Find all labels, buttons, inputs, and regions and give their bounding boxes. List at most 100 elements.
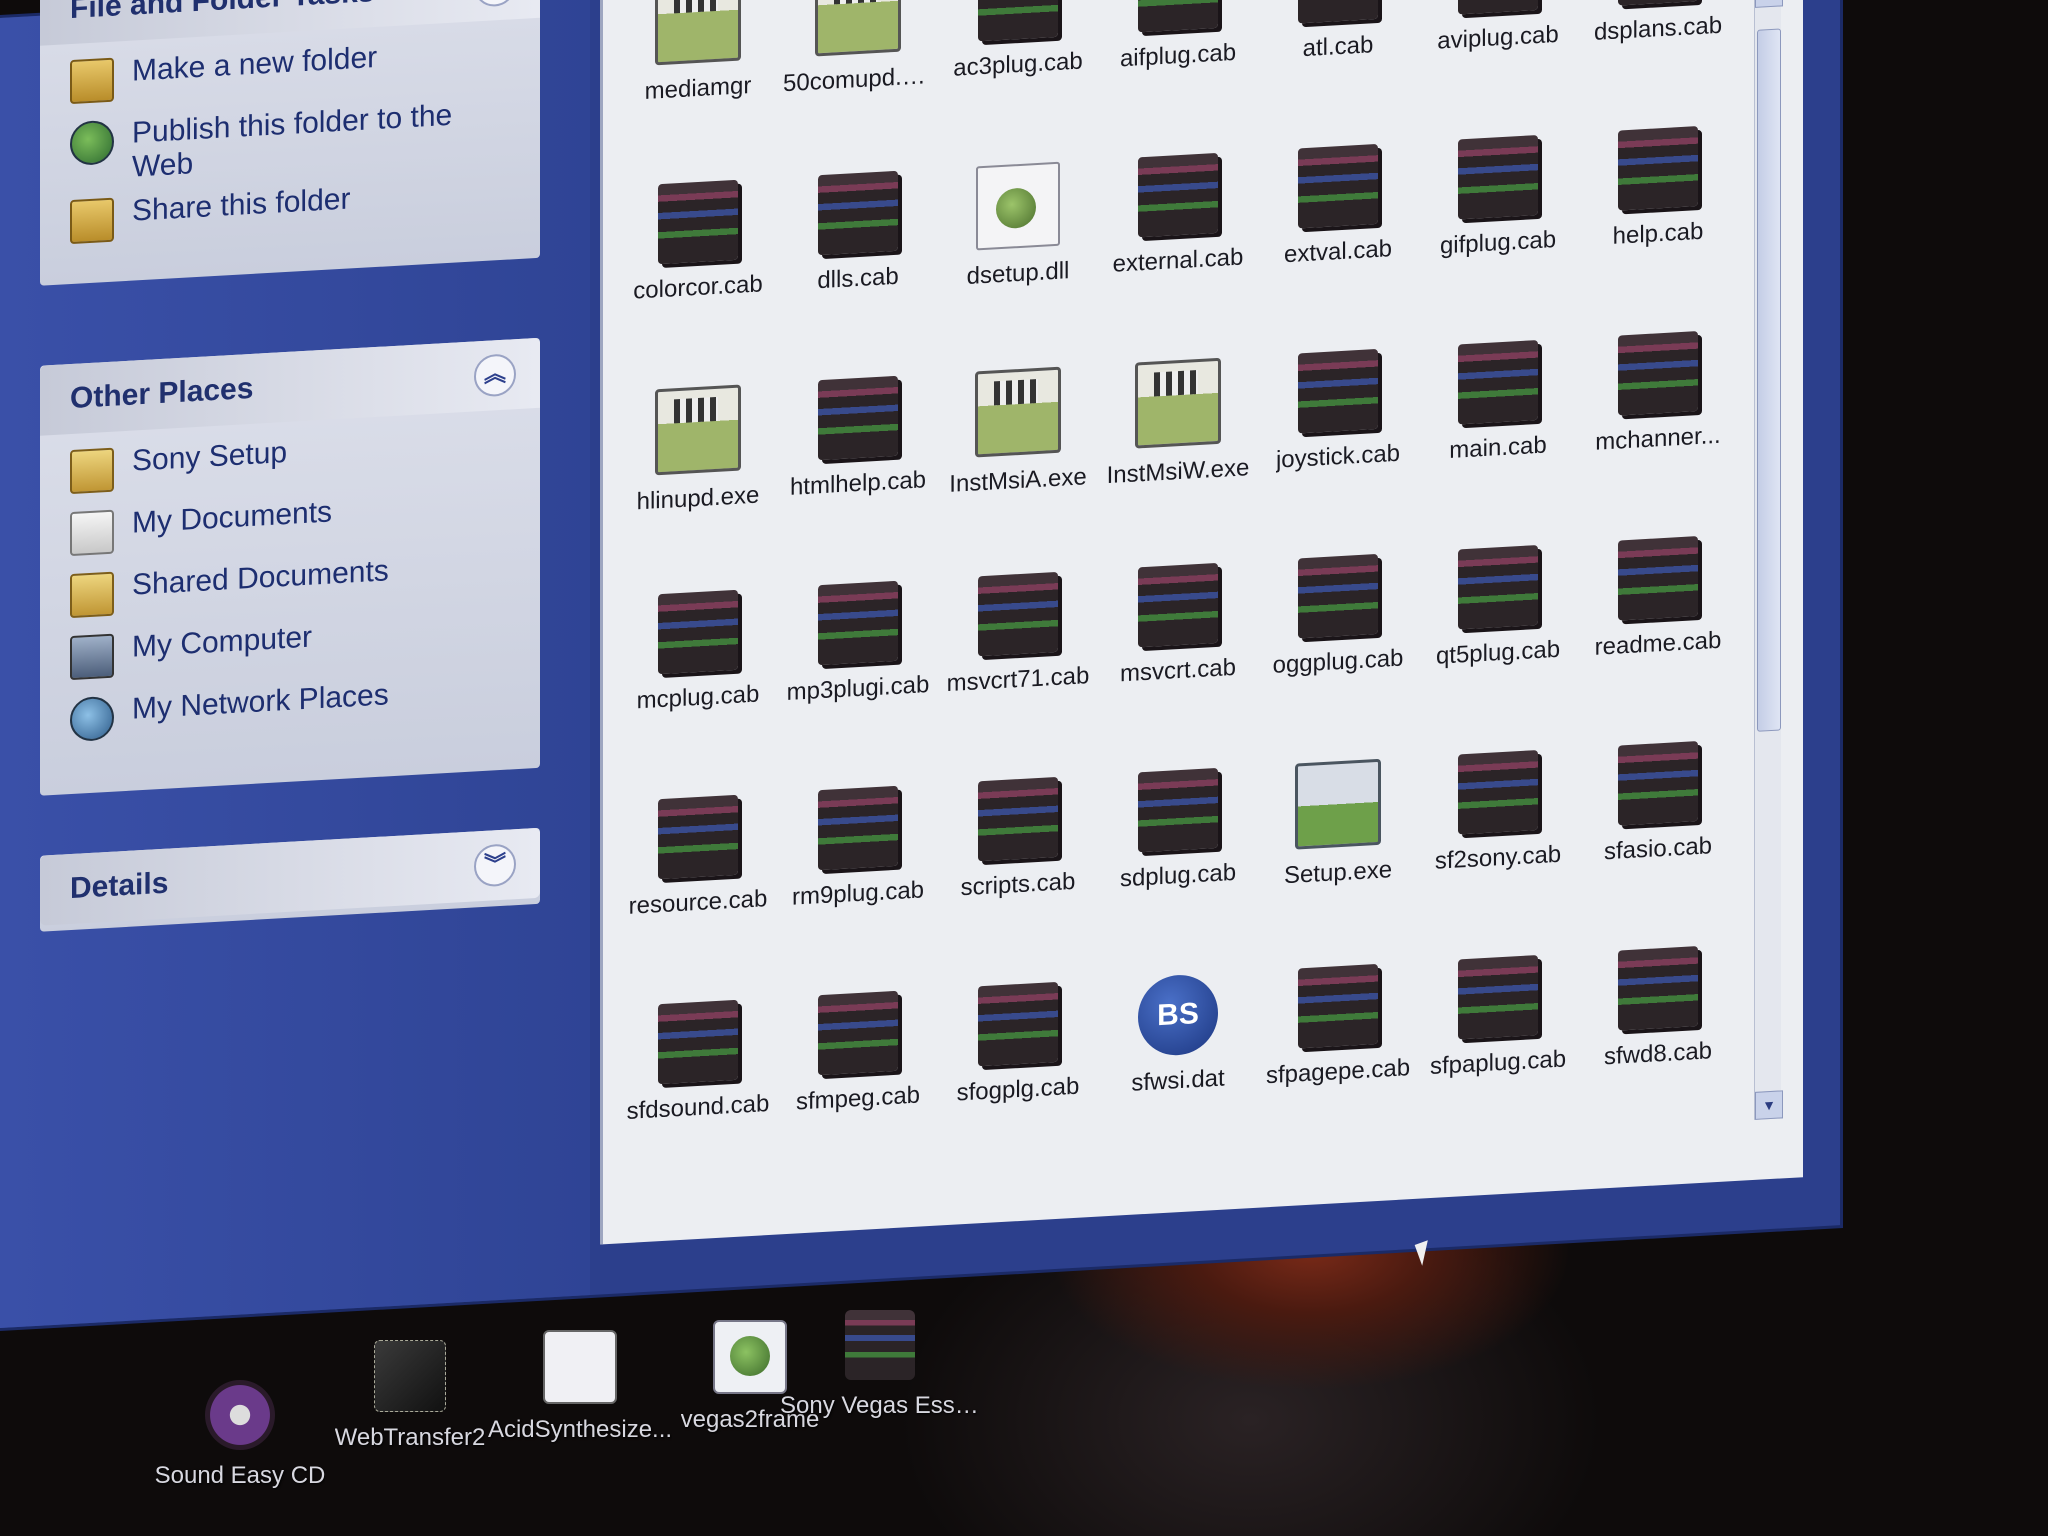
file-item[interactable]: oggplug.cab bbox=[1263, 544, 1413, 757]
file-name: hlinupd.exe bbox=[636, 481, 760, 516]
file-name: rm9plug.cab bbox=[791, 876, 925, 911]
cab-file-icon bbox=[1618, 126, 1698, 211]
file-item[interactable]: sfwd8.cab bbox=[1583, 936, 1733, 1149]
desktop-icon[interactable]: Sony Vegas Essentials... bbox=[780, 1310, 980, 1420]
file-item[interactable]: sfmpeg.cab bbox=[783, 981, 933, 1194]
globe-icon bbox=[70, 119, 114, 167]
file-name: Setup.exe bbox=[1283, 856, 1393, 890]
file-item[interactable]: gifplug.cab bbox=[1423, 125, 1573, 338]
file-item[interactable]: rm9plug.cab bbox=[783, 776, 933, 989]
exe-file-icon bbox=[975, 366, 1061, 458]
file-item[interactable]: ac3plug.cab bbox=[943, 0, 1093, 160]
cab-file-icon bbox=[978, 776, 1058, 862]
file-item[interactable]: sfpaplug.cab bbox=[1423, 945, 1573, 1158]
file-name: sfwd8.cab bbox=[1603, 1037, 1713, 1071]
file-item[interactable]: external.cab bbox=[1103, 143, 1253, 356]
file-item[interactable]: sfasio.cab bbox=[1583, 731, 1733, 944]
desktop-background: File and Folder Tasks ︽ Make a new folde… bbox=[0, 0, 2048, 1536]
place-label: Sony Setup bbox=[132, 435, 288, 478]
place-my-network-places[interactable]: My Network Places bbox=[70, 671, 516, 748]
desktop-icon-area: Sound Easy CD WebTransfer2 AcidSynthesize.… bbox=[140, 1300, 1140, 1530]
file-item[interactable]: mp3plugi.cab bbox=[783, 571, 933, 784]
file-item[interactable]: msvcrt71.cab bbox=[943, 562, 1093, 775]
file-name: colorcor.cab bbox=[633, 270, 763, 305]
task-pane: File and Folder Tasks ︽ Make a new folde… bbox=[0, 0, 590, 1328]
exe-file-icon bbox=[655, 0, 741, 66]
file-item[interactable]: InstMsiW.exe bbox=[1103, 348, 1253, 561]
file-name: aviplug.cab bbox=[1437, 20, 1559, 55]
details-title: Details bbox=[70, 866, 169, 906]
file-item[interactable]: 50comupd.exe bbox=[783, 0, 933, 169]
cab-file-icon bbox=[1298, 348, 1378, 434]
cab-file-icon bbox=[1138, 152, 1218, 238]
file-name: oggplug.cab bbox=[1272, 644, 1404, 679]
task-publish-folder[interactable]: Publish this folder to the Web bbox=[70, 95, 516, 188]
cab-file-icon bbox=[1618, 331, 1698, 416]
file-item[interactable]: hlinupd.exe bbox=[623, 375, 773, 588]
expand-chevron-icon[interactable]: ︾ bbox=[474, 843, 516, 888]
file-item[interactable]: aifplug.cab bbox=[1103, 0, 1253, 151]
cab-file-icon bbox=[1618, 946, 1698, 1031]
collapse-chevron-icon[interactable]: ︽ bbox=[474, 353, 516, 398]
cab-file-icon bbox=[1618, 741, 1698, 826]
dll-file-icon bbox=[976, 161, 1060, 251]
file-name: htmlhelp.cab bbox=[789, 466, 927, 501]
place-label: My Computer bbox=[132, 620, 313, 664]
file-item[interactable]: mchanner... bbox=[1583, 321, 1733, 534]
file-item[interactable]: sfpagepe.cab bbox=[1263, 954, 1413, 1167]
file-item[interactable]: extval.cab bbox=[1263, 134, 1413, 347]
file-item[interactable]: resource.cab bbox=[623, 785, 773, 998]
vertical-scrollbar[interactable]: ▲ ▼ bbox=[1754, 0, 1783, 1120]
file-item[interactable]: sdplug.cab bbox=[1103, 758, 1253, 971]
collapse-chevron-icon[interactable]: ︽ bbox=[474, 0, 516, 8]
file-item[interactable]: sfogplg.cab bbox=[943, 972, 1093, 1185]
file-item[interactable]: msvcrt.cab bbox=[1103, 553, 1253, 766]
file-item[interactable]: sfdsound.cab bbox=[623, 990, 773, 1203]
file-item[interactable]: dlls.cab bbox=[783, 161, 933, 374]
file-item[interactable]: joystick.cab bbox=[1263, 339, 1413, 552]
file-item[interactable]: Setup.exe bbox=[1263, 749, 1413, 962]
file-item[interactable]: dsplans.cab bbox=[1583, 0, 1733, 124]
file-item[interactable]: readme.cab bbox=[1583, 526, 1733, 739]
file-name: sfwsi.dat bbox=[1131, 1064, 1225, 1097]
file-name: msvcrt71.cab bbox=[946, 662, 1090, 698]
file-item[interactable]: main.cab bbox=[1423, 330, 1573, 543]
scroll-up-icon[interactable]: ▲ bbox=[1755, 0, 1783, 8]
file-name: sf2sony.cab bbox=[1434, 840, 1562, 875]
desktop-icon-label: AcidSynthesize... bbox=[487, 1416, 673, 1443]
file-item[interactable]: colorcor.cab bbox=[623, 170, 773, 383]
task-share-folder[interactable]: Share this folder bbox=[70, 173, 516, 250]
file-item[interactable]: htmlhelp.cab bbox=[783, 366, 933, 579]
file-item[interactable]: atl.cab bbox=[1263, 0, 1413, 142]
details-header[interactable]: Details ︾ bbox=[40, 827, 540, 926]
cab-file-icon bbox=[1298, 143, 1378, 229]
doc-shortcut-icon bbox=[543, 1330, 617, 1404]
file-item[interactable]: scripts.cab bbox=[943, 767, 1093, 980]
share-folder-icon bbox=[70, 197, 114, 245]
file-name: sdplug.cab bbox=[1119, 858, 1237, 893]
file-item[interactable]: help.cab bbox=[1583, 116, 1733, 329]
file-name: sfpaplug.cab bbox=[1429, 1045, 1567, 1081]
file-name: 50comupd.exe bbox=[783, 61, 933, 98]
file-item[interactable]: dsetup.dll bbox=[943, 152, 1093, 365]
exe-file-icon bbox=[1135, 357, 1221, 449]
folder-tasks-title: File and Folder Tasks bbox=[70, 0, 375, 26]
desktop-icon-label: Sony Vegas Essentials... bbox=[780, 1392, 980, 1419]
cab-file-icon bbox=[1458, 955, 1538, 1040]
explorer-window: File and Folder Tasks ︽ Make a new folde… bbox=[0, 0, 1840, 1328]
web-shortcut-icon bbox=[713, 1320, 787, 1394]
file-item[interactable]: mediamgr bbox=[623, 0, 773, 178]
file-name: mp3plugi.cab bbox=[786, 671, 930, 707]
scroll-thumb[interactable] bbox=[1757, 28, 1781, 732]
scroll-down-icon[interactable]: ▼ bbox=[1755, 1090, 1783, 1120]
network-icon bbox=[70, 695, 114, 743]
file-item[interactable]: InstMsiA.exe bbox=[943, 357, 1093, 570]
file-item[interactable]: BS sfwsi.dat bbox=[1103, 963, 1253, 1176]
file-name: ac3plug.cab bbox=[953, 47, 1083, 82]
file-item[interactable]: sf2sony.cab bbox=[1423, 740, 1573, 953]
file-item[interactable]: aviplug.cab bbox=[1423, 0, 1573, 133]
file-item[interactable]: mcplug.cab bbox=[623, 580, 773, 793]
folder-icon bbox=[70, 447, 114, 495]
file-item[interactable]: qt5plug.cab bbox=[1423, 535, 1573, 748]
cab-file-icon bbox=[1138, 767, 1218, 853]
